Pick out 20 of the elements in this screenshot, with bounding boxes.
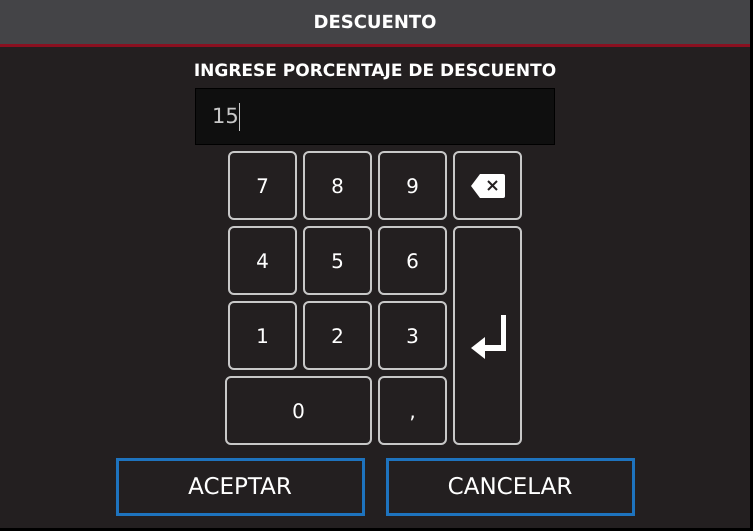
key-button[interactable]: 7 xyxy=(228,151,297,220)
key-button[interactable]: 5 xyxy=(303,226,372,295)
key-button[interactable]: 2 xyxy=(303,301,372,370)
key-button[interactable]: 1 xyxy=(228,301,297,370)
backspace-button[interactable] xyxy=(453,151,522,220)
enter-icon xyxy=(468,312,506,358)
key-button[interactable]: 8 xyxy=(303,151,372,220)
enter-button[interactable] xyxy=(453,226,522,445)
prompt-label: INGRESE PORCENTAJE DE DESCUENTO xyxy=(194,60,556,83)
input-field[interactable]: 15 xyxy=(195,88,555,145)
key-button[interactable]: 4 xyxy=(228,226,297,295)
key-button[interactable]: 0 xyxy=(225,376,372,445)
window-title: DESCUENTO xyxy=(314,10,436,34)
key-button[interactable]: 3 xyxy=(378,301,447,370)
key-button[interactable]: , xyxy=(378,376,447,445)
key-button[interactable]: 9 xyxy=(378,151,447,220)
dialog-button[interactable]: ACEPTAR xyxy=(116,458,364,516)
dialog-button[interactable]: CANCELAR xyxy=(386,458,634,516)
backspace-icon xyxy=(470,172,506,198)
key-button[interactable]: 6 xyxy=(378,226,447,295)
